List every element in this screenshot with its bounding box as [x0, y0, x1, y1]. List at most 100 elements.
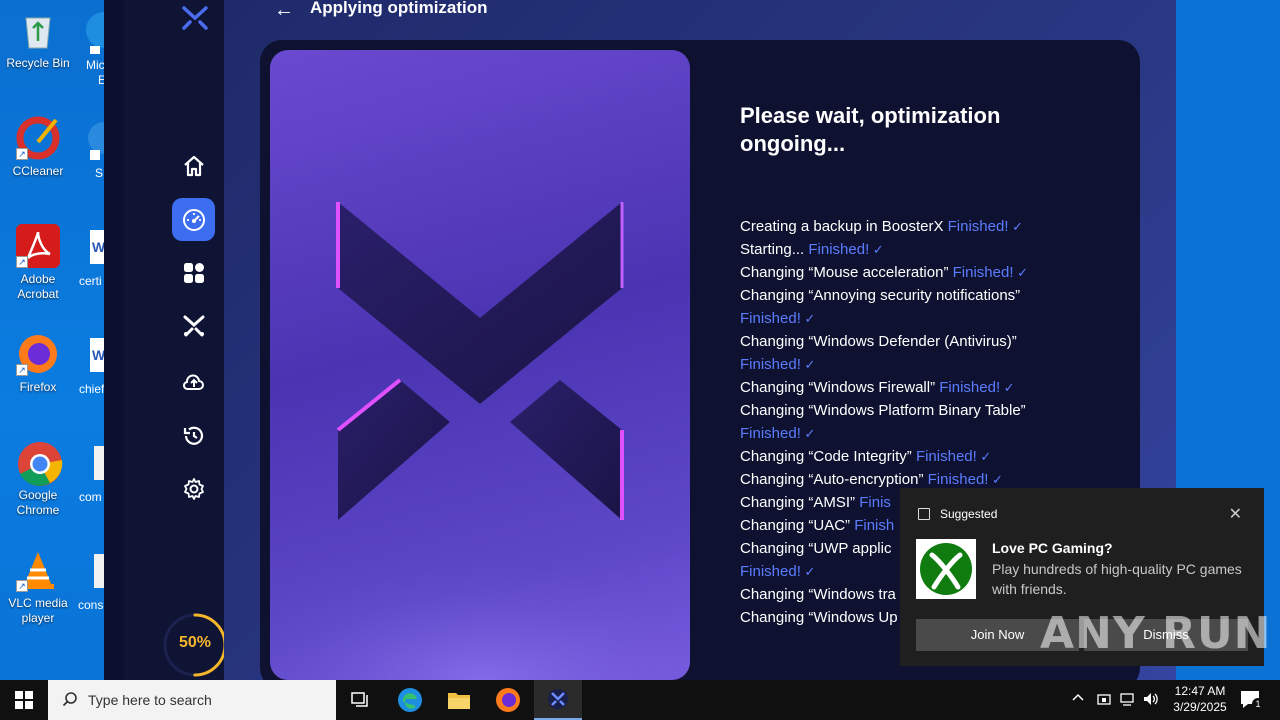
desktop-icon-label: Adobe Acrobat	[17, 272, 59, 301]
checkmark-icon: ✓	[1008, 219, 1024, 234]
log-text: Creating a backup in BoosterX	[740, 218, 944, 235]
desktop-icon-label: Firefox	[19, 380, 57, 394]
tray-device[interactable]	[1096, 691, 1112, 710]
log-line: Creating a backup in BoosterX Finished! …	[740, 215, 1060, 238]
taskbar-firefox[interactable]	[484, 680, 532, 720]
checkmark-icon: ✓	[1000, 380, 1015, 395]
log-status: Finish	[854, 517, 895, 534]
desktop-icon-label: Mic	[86, 58, 105, 72]
nav-boosterx[interactable]	[172, 304, 215, 347]
close-icon[interactable]: ✕	[1229, 504, 1242, 524]
desktop-icon-vlc[interactable]: ↗ VLC media player	[0, 548, 76, 626]
log-line: Changing “Windows Platform Binary Table”…	[740, 399, 1060, 445]
clock-date: 3/29/2025	[1173, 700, 1227, 714]
log-text: Changing “Code Integrity”	[740, 448, 912, 465]
log-line: Changing “Mouse acceleration” Finished! …	[740, 261, 1060, 284]
toast-header: Suggested	[940, 507, 998, 521]
chrome-icon	[16, 440, 63, 486]
task-view-button[interactable]	[336, 680, 384, 720]
hero-image	[270, 50, 690, 680]
desktop-icon-firefox[interactable]: ↗ Firefox	[0, 332, 76, 395]
log-status: Finished!	[740, 425, 801, 442]
nav-cloud[interactable]	[172, 361, 215, 404]
nav-settings[interactable]	[172, 467, 215, 510]
log-text: Starting...	[740, 241, 805, 258]
desktop-icon-label: VLC media player	[8, 596, 68, 625]
speedometer-icon	[182, 208, 205, 231]
adobe-acrobat-icon: ↗	[16, 224, 60, 268]
log-text: Changing “Windows Defender (Antivirus)”	[740, 333, 1017, 350]
desktop-icon-label: certi	[79, 274, 102, 288]
desktop-icon-label: Recycle Bin	[6, 56, 70, 70]
app-logo-icon	[182, 6, 208, 30]
taskbar: Type here to search 12:47 AM 3/29/2025 1	[0, 680, 1280, 720]
shortcut-arrow-icon: ↗	[16, 148, 28, 160]
log-line: Starting... Finished! ✓	[740, 238, 1060, 261]
page-title: Applying optimization	[310, 0, 488, 17]
nav-optimize[interactable]	[172, 198, 215, 241]
log-text: Changing “Windows Up	[740, 609, 898, 626]
nav-apps[interactable]	[172, 251, 215, 294]
desktop-icon-ccleaner[interactable]: ↗ CCleaner	[0, 116, 76, 179]
log-text: Changing “Windows tra	[740, 586, 896, 603]
volume-icon	[1144, 693, 1158, 705]
checkmark-icon: ✓	[800, 426, 816, 441]
nav-history[interactable]	[172, 414, 215, 457]
xbox-icon	[916, 539, 976, 599]
shortcut-arrow-icon: ↗	[16, 364, 28, 376]
taskbar-file-explorer[interactable]	[435, 680, 483, 720]
desktop-icon-label: com	[79, 490, 102, 504]
desktop-icon-google-chrome[interactable]: Google Chrome	[0, 440, 76, 518]
log-text: Changing “Windows Firewall”	[740, 379, 936, 396]
tray-volume[interactable]	[1142, 691, 1160, 710]
log-text: Changing “AMSI”	[740, 494, 856, 511]
clock-time: 12:47 AM	[1174, 684, 1226, 698]
log-text: Changing “Windows Platform Binary Table”	[740, 402, 1026, 419]
taskbar-edge[interactable]	[386, 680, 434, 720]
vlc-icon: ↗	[16, 548, 60, 592]
history-icon	[183, 426, 203, 445]
log-text: Changing “Auto-encryption”	[740, 471, 924, 488]
toast-title: Love PC Gaming?	[992, 540, 1113, 556]
log-text: Changing “UAC”	[740, 517, 851, 534]
search-placeholder: Type here to search	[88, 692, 212, 708]
optimization-heading: Please wait, optimization ongoing...	[740, 103, 1001, 156]
taskbar-search[interactable]: Type here to search	[48, 680, 336, 720]
action-center-button[interactable]: 1	[1238, 688, 1264, 712]
svg-text:W: W	[92, 239, 104, 255]
boosterx-logo-art-icon	[270, 202, 690, 680]
start-button[interactable]	[0, 680, 48, 720]
desktop-icon-recycle-bin[interactable]: Recycle Bin	[0, 8, 76, 71]
chevron-up-icon	[1072, 693, 1084, 701]
nav-home[interactable]	[172, 144, 215, 187]
windows-icon	[15, 691, 33, 709]
log-text: Changing “Annoying security notification…	[740, 287, 1021, 304]
clock[interactable]: 12:47 AM 3/29/2025	[1160, 683, 1240, 715]
tray-network[interactable]	[1118, 691, 1136, 710]
ccleaner-icon: ↗	[16, 116, 60, 160]
log-status: Finished!	[808, 241, 870, 258]
sidebar: 50%	[124, 0, 227, 680]
taskbar-boosterx[interactable]	[534, 680, 582, 720]
log-status: Finished!	[740, 356, 801, 373]
folder-icon	[448, 693, 470, 709]
apps-icon	[183, 262, 204, 283]
checkmark-icon: ✓	[800, 357, 816, 372]
log-line: Changing “Annoying security notification…	[740, 284, 1060, 330]
show-hidden-icons[interactable]	[1071, 690, 1085, 707]
back-arrow-icon[interactable]: ←	[274, 0, 294, 22]
home-icon	[183, 155, 204, 176]
log-status: Finished!	[952, 264, 1014, 281]
log-status: Finished!	[740, 563, 801, 580]
search-icon	[62, 692, 77, 707]
log-line: Changing “Windows Defender (Antivirus)” …	[740, 330, 1060, 376]
log-status: Finished!	[915, 448, 977, 465]
boosterx-icon	[548, 689, 568, 709]
cloud-upload-icon	[182, 374, 204, 390]
log-status: Finished!	[740, 310, 801, 327]
log-text: Changing “Mouse acceleration”	[740, 264, 949, 281]
desktop-icon-adobe-acrobat[interactable]: ↗ Adobe Acrobat	[0, 224, 76, 302]
edge-icon	[398, 688, 422, 712]
shortcut-arrow-icon: ↗	[16, 256, 28, 268]
checkmark-icon: ✓	[1013, 265, 1029, 280]
